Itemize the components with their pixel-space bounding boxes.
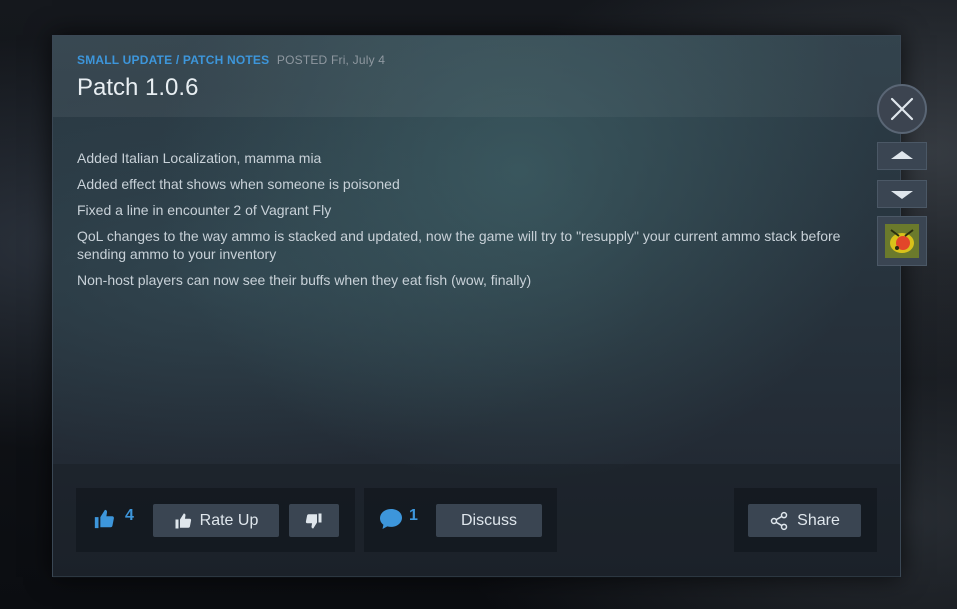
patch-note-item: Added effect that shows when someone is … [77, 176, 400, 192]
rating-group: 4 Rate Up [76, 488, 355, 552]
comment-count: 1 [409, 507, 418, 524]
rate-up-button[interactable]: Rate Up [153, 504, 279, 537]
thumbs-down-icon [305, 512, 323, 530]
event-date: Fri, July 4 [330, 53, 386, 67]
patch-note-item: Fixed a line in encounter 2 of Vagrant F… [77, 202, 332, 218]
discuss-group: 1 Discuss [364, 488, 557, 552]
patch-note-item: QoL changes to the way ammo is stacked a… [77, 228, 841, 262]
share-group: Share [734, 488, 877, 552]
event-type-label[interactable]: SMALL UPDATE / PATCH NOTES [77, 53, 269, 67]
game-capsule-icon [885, 224, 919, 258]
rate-down-button[interactable] [289, 504, 339, 537]
event-modal: SMALL UPDATE / PATCH NOTES POSTED Fri, J… [52, 35, 901, 578]
discuss-label: Discuss [460, 511, 517, 529]
next-event-button[interactable] [877, 180, 927, 208]
event-meta: SMALL UPDATE / PATCH NOTES POSTED Fri, J… [77, 53, 385, 67]
patch-note-item: Non-host players can now see their buffs… [77, 272, 532, 288]
discuss-button[interactable]: Discuss [436, 504, 542, 537]
posted-label: POSTED [276, 53, 328, 67]
share-icon [769, 511, 789, 531]
share-label: Share [797, 511, 840, 529]
close-button[interactable] [877, 84, 927, 134]
game-capsule-button[interactable] [877, 216, 927, 266]
previous-event-button[interactable] [877, 142, 927, 170]
comment-bubble-icon [379, 508, 403, 535]
share-button[interactable]: Share [748, 504, 861, 537]
thumbs-up-icon [174, 512, 192, 530]
rate-count: 4 [125, 507, 134, 524]
rate-up-label: Rate Up [199, 511, 259, 529]
patch-note-item: Added Italian Localization, mamma mia [77, 150, 322, 166]
chevron-down-icon [891, 189, 913, 199]
event-title: Patch 1.0.6 [77, 74, 199, 101]
chevron-up-icon [891, 151, 913, 161]
patch-notes-list: Added Italian Localization, mamma mia Ad… [77, 149, 867, 297]
modal-header: SMALL UPDATE / PATCH NOTES POSTED Fri, J… [53, 36, 900, 117]
close-icon [890, 97, 914, 121]
thumbs-up-count-icon [93, 508, 115, 535]
